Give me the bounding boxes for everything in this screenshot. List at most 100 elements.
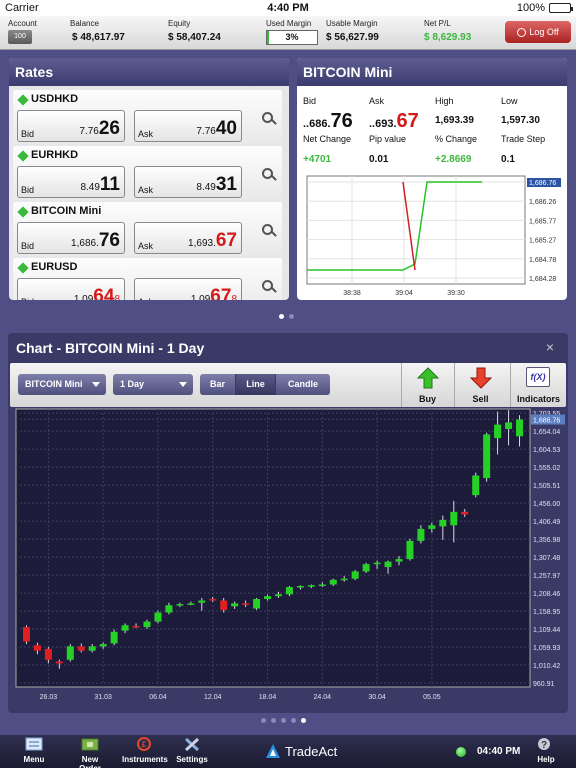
bid-quote-button[interactable]: Bid 1,686.76 xyxy=(17,222,125,254)
net-pl-value: $ 8,629.93 xyxy=(424,32,472,43)
log-off-button[interactable]: Log Off xyxy=(505,21,571,43)
new-order-icon xyxy=(81,738,99,751)
tab-instruments-label: Instruments xyxy=(122,755,168,764)
brand-name: TradeAct xyxy=(285,743,338,759)
candle-body xyxy=(274,594,282,597)
svg-text:?: ? xyxy=(541,740,547,751)
chart-panel: Chart - BITCOIN Mini - 1 Day × BITCOIN M… xyxy=(8,333,568,713)
candle-body xyxy=(395,559,403,562)
magnifier-icon[interactable] xyxy=(262,224,273,235)
chart-type-candle[interactable]: Candle xyxy=(276,374,330,395)
tab-menu[interactable]: Menu xyxy=(22,737,46,764)
chart-type-bar[interactable]: Bar xyxy=(200,374,236,395)
buy-button[interactable]: Buy xyxy=(401,363,453,407)
mini-y-tick: 1,684.78 xyxy=(529,257,556,264)
bid-price: 7.7626 xyxy=(79,118,120,139)
candle-body xyxy=(329,579,337,585)
y-tick-label: 1,356.98 xyxy=(533,537,560,544)
page-dot[interactable] xyxy=(281,718,286,723)
page-dot[interactable] xyxy=(261,718,266,723)
x-tick-label: 06.04 xyxy=(149,694,167,701)
page-dot[interactable] xyxy=(291,718,296,723)
ask-label: Ask xyxy=(138,297,153,300)
sell-button[interactable]: Sell xyxy=(454,363,506,407)
candle-body xyxy=(505,422,513,429)
rate-status-icon xyxy=(17,150,29,162)
net-pl-label: Net P/L xyxy=(424,19,451,28)
instrument-dropdown[interactable]: BITCOIN Mini xyxy=(18,374,106,395)
chart-toolbar: BITCOIN Mini 1 Day Bar Line Candle Buy S… xyxy=(10,363,566,407)
period-dropdown[interactable]: 1 Day xyxy=(113,374,193,395)
ask-quote-button[interactable]: Ask 7.7640 xyxy=(134,110,242,142)
arrow-up-icon xyxy=(417,367,439,389)
mini-y-tick: 1,684.28 xyxy=(529,276,556,283)
ask-value: ..693.67 xyxy=(369,110,419,132)
bid-price: 8.4911 xyxy=(80,174,120,195)
tab-instruments[interactable]: £ Instruments xyxy=(122,737,168,764)
period-dropdown-value: 1 Day xyxy=(120,379,145,389)
used-margin-value: 3% xyxy=(285,32,299,42)
x-tick-label: 05.05 xyxy=(423,694,441,701)
instruments-icon: £ xyxy=(137,737,151,751)
magnifier-icon[interactable] xyxy=(262,280,273,291)
page-dot[interactable] xyxy=(301,718,306,723)
page-dot[interactable] xyxy=(271,718,276,723)
bid-label: Bid xyxy=(21,129,35,139)
candle-body xyxy=(242,603,250,605)
rate-name: EURHKD xyxy=(31,149,79,161)
candle-body xyxy=(66,646,74,660)
rate-name: EURUSD xyxy=(31,261,78,273)
chart-type-segmented: Bar Line Candle xyxy=(200,374,330,395)
rates-title: Rates xyxy=(9,58,289,86)
indicators-button[interactable]: f(X) Indicators xyxy=(510,363,566,407)
y-tick-label: 1,456.00 xyxy=(533,501,560,508)
close-chart-button[interactable]: × xyxy=(540,339,560,355)
bid-quote-button[interactable]: Bid 8.4911 xyxy=(17,166,125,198)
candle-body xyxy=(121,625,129,631)
tools-icon xyxy=(184,737,200,752)
ask-label: Ask xyxy=(138,185,154,195)
ask-label: Ask xyxy=(138,129,154,139)
magnifier-icon[interactable] xyxy=(262,168,273,179)
equity-value: $ 58,407.24 xyxy=(168,32,221,43)
page-dot[interactable] xyxy=(279,314,284,319)
candle-body xyxy=(143,621,151,628)
candle-body xyxy=(461,511,469,515)
candle-body xyxy=(340,578,348,581)
brand-logo: TradeAct xyxy=(265,743,337,759)
ask-quote-button[interactable]: Ask 1,693.67 xyxy=(134,222,242,254)
tab-settings-label: Settings xyxy=(176,755,208,764)
x-tick-label: 26.03 xyxy=(40,694,58,701)
rate-name: BITCOIN Mini xyxy=(31,205,102,217)
candle-body xyxy=(417,528,425,541)
page-dot[interactable] xyxy=(289,314,294,319)
account-button[interactable]: 100 xyxy=(8,30,32,44)
tab-settings[interactable]: Settings xyxy=(176,737,208,764)
ask-quote-button[interactable]: Ask 8.4931 xyxy=(134,166,242,198)
tab-new-order[interactable]: New Order xyxy=(70,737,110,768)
battery-icon xyxy=(549,3,573,13)
y-tick-label: 1,158.95 xyxy=(533,609,560,616)
magnifier-icon[interactable] xyxy=(262,112,273,123)
rate-status-icon xyxy=(17,206,29,218)
bid-quote-button[interactable]: Bid 7.7626 xyxy=(17,110,125,142)
high-label: High xyxy=(435,96,454,106)
bid-quote-button[interactable]: Bid 1.09648 xyxy=(17,278,125,300)
net-change-label: Net Change xyxy=(303,134,352,144)
chart-type-line[interactable]: Line xyxy=(236,374,276,395)
tab-help[interactable]: ? Help xyxy=(536,737,556,764)
status-bar: Carrier 4:40 PM 100% xyxy=(0,0,576,16)
candlestick-chart[interactable]: 1,703.551,686.761,654.041,604.531,555.02… xyxy=(10,407,566,707)
candle-body xyxy=(220,600,228,610)
candle-body xyxy=(373,562,381,565)
chevron-down-icon xyxy=(179,382,187,387)
rate-name: USDHKD xyxy=(31,93,79,105)
mini-last-price: 1,686.76 xyxy=(529,180,556,187)
mini-y-tick: 1,686.26 xyxy=(529,199,556,206)
connection-status-icon xyxy=(456,747,466,757)
pct-change-value: +2.8669 xyxy=(435,154,472,165)
ask-quote-button[interactable]: Ask 1.09678 xyxy=(134,278,242,300)
candle-body xyxy=(209,599,217,601)
mini-x-tick: 39:30 xyxy=(447,290,465,297)
candle-body xyxy=(77,646,85,651)
